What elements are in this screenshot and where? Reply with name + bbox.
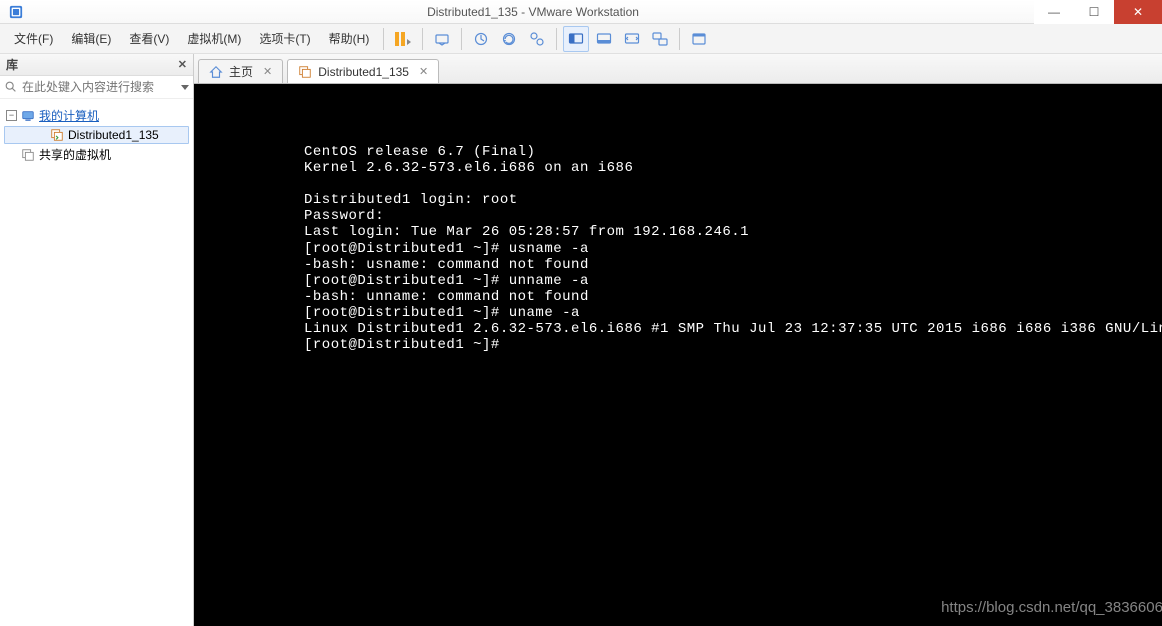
tab-home-label: 主页 [229,63,253,80]
search-input[interactable] [22,80,177,94]
tab-home[interactable]: 主页 ✕ [198,59,283,83]
library-sidebar: 库 ✕ − 我的计算机 Distributed1_135 共享的虚拟机 [0,54,194,626]
tab-vm[interactable]: Distributed1_135 ✕ [287,59,439,83]
menu-file[interactable]: 文件(F) [6,26,61,51]
snapshot-revert-button[interactable] [496,26,522,52]
separator [461,28,462,50]
sidebar-close-icon[interactable]: ✕ [178,58,187,71]
menubar: 文件(F) 编辑(E) 查看(V) 虚拟机(M) 选项卡(T) 帮助(H) [0,24,1162,54]
separator [383,28,384,50]
menu-edit[interactable]: 编辑(E) [63,26,119,51]
view-unity-button[interactable] [647,26,673,52]
pause-button[interactable] [390,26,416,52]
content-area: 主页 ✕ Distributed1_135 ✕ CentOS release 6… [194,54,1162,626]
sidebar-header: 库 ✕ [0,54,193,76]
maximize-button[interactable]: ☐ [1074,0,1114,24]
search-icon [4,80,18,94]
search-dropdown-icon[interactable] [181,85,189,90]
computer-icon [21,109,35,123]
separator [556,28,557,50]
view-console-button[interactable] [563,26,589,52]
app-icon [6,2,26,22]
tree-root-row[interactable]: − 我的计算机 [4,105,189,126]
tab-strip: 主页 ✕ Distributed1_135 ✕ [194,54,1162,84]
view-thumbnail-button[interactable] [591,26,617,52]
menu-tabs[interactable]: 选项卡(T) [251,26,318,51]
vm-icon [50,128,64,142]
tab-vm-label: Distributed1_135 [318,65,409,79]
tab-close-icon[interactable]: ✕ [419,65,428,78]
home-icon [209,65,223,79]
separator [422,28,423,50]
send-ctrl-alt-del-button[interactable] [429,26,455,52]
snapshot-manager-button[interactable] [524,26,550,52]
tree-shared-label: 共享的虚拟机 [39,146,111,163]
menu-view[interactable]: 查看(V) [121,26,177,51]
snapshot-button[interactable] [468,26,494,52]
vm-console-terminal[interactable]: CentOS release 6.7 (Final) Kernel 2.6.32… [194,84,1162,626]
tree-root-label[interactable]: 我的计算机 [39,107,99,124]
fullscreen-button[interactable] [686,26,712,52]
tree-shared-row[interactable]: 共享的虚拟机 [4,144,189,165]
menu-help[interactable]: 帮助(H) [321,26,378,51]
sidebar-search[interactable] [0,76,193,99]
view-stretch-button[interactable] [619,26,645,52]
close-button[interactable]: ✕ [1114,0,1162,24]
tree-vm-row[interactable]: Distributed1_135 [4,126,189,144]
minimize-button[interactable]: — [1034,0,1074,24]
shared-vm-icon [21,148,35,162]
tab-close-icon[interactable]: ✕ [263,65,272,78]
library-tree: − 我的计算机 Distributed1_135 共享的虚拟机 [0,99,193,626]
collapse-icon[interactable]: − [6,110,17,121]
tree-vm-label: Distributed1_135 [68,128,159,142]
vm-tab-icon [298,65,312,79]
window-title: Distributed1_135 - VMware Workstation [32,5,1034,19]
menu-vm[interactable]: 虚拟机(M) [179,26,249,51]
window-titlebar: Distributed1_135 - VMware Workstation — … [0,0,1162,24]
sidebar-title: 库 [6,56,18,73]
separator [679,28,680,50]
window-controls: — ☐ ✕ [1034,0,1162,23]
